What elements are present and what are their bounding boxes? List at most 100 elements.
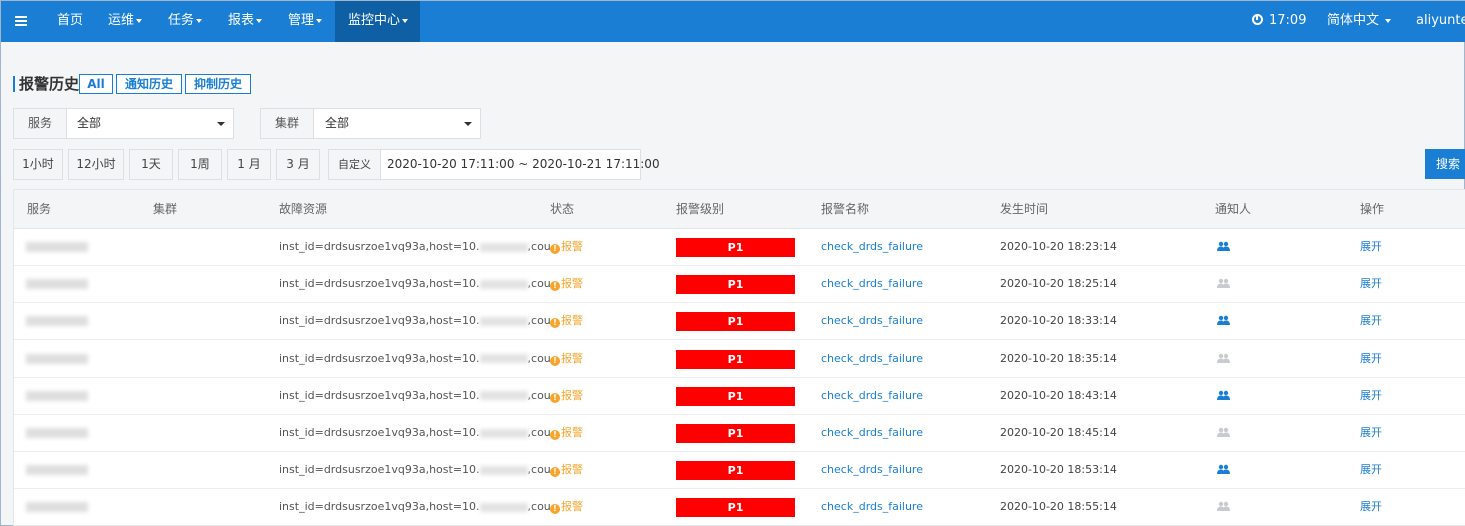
expand-link[interactable]: 展开 [1360, 415, 1382, 451]
expand-link[interactable]: 展开 [1360, 303, 1382, 339]
user-menu[interactable]: aliyuntes [1416, 1, 1465, 42]
service-cell-redacted [26, 390, 88, 401]
users-icon[interactable] [1217, 427, 1230, 438]
table-row: inst_id=drdsusrzoe1vq93a,host=10. ,cou...… [14, 266, 1465, 304]
cluster-filter[interactable]: 集群 全部 [260, 108, 481, 139]
status-cell: ! 报警 [550, 415, 583, 451]
status-text: 报警 [561, 314, 583, 328]
nav-tasks-label: 任务 [168, 13, 195, 28]
clock-time: 17:09 [1269, 13, 1307, 28]
time-cell: 2020-10-20 18:53:14 [1000, 463, 1117, 477]
table-header: 服务 集群 故障资源 状态 报警级别 报警名称 发生时间 通知人 操作 [14, 190, 1465, 229]
users-icon[interactable] [1217, 315, 1230, 326]
range-3m-button[interactable]: 3 月 [276, 149, 320, 180]
nav-manage-label: 管理 [288, 13, 315, 28]
alert-history-table: 服务 集群 故障资源 状态 报警级别 报警名称 发生时间 通知人 操作 inst… [13, 189, 1465, 526]
service-cell-redacted [26, 465, 88, 476]
status-text: 报警 [561, 351, 583, 365]
users-icon[interactable] [1217, 464, 1230, 475]
tab-notify-history[interactable]: 通知历史 [116, 74, 182, 94]
nav-manage[interactable]: 管理 [288, 1, 323, 42]
host-redacted [479, 279, 528, 289]
range-1d-button[interactable]: 1天 [129, 149, 173, 180]
range-1m-button[interactable]: 1 月 [227, 149, 271, 180]
alert-name-link[interactable]: check_drds_failure [821, 415, 923, 451]
users-icon[interactable] [1217, 353, 1230, 364]
column-header-status: 状态 [550, 202, 575, 216]
time-cell: 2020-10-20 18:35:14 [1000, 351, 1117, 365]
warning-icon: ! [550, 392, 560, 403]
search-button[interactable]: 搜索 [1425, 149, 1465, 179]
range-12h-button[interactable]: 12小时 [68, 149, 124, 180]
alert-name-link[interactable]: check_drds_failure [821, 378, 923, 414]
expand-link[interactable]: 展开 [1360, 452, 1382, 488]
alert-name-link[interactable]: check_drds_failure [821, 266, 923, 302]
host-redacted [479, 428, 528, 438]
warning-icon: ! [550, 318, 560, 329]
level-badge: P1 [676, 498, 795, 518]
time-cell: 2020-10-20 18:23:14 [1000, 240, 1117, 253]
resource-prefix: inst_id=drdsusrzoe1vq93a,host=10. [279, 351, 480, 365]
host-redacted [479, 502, 528, 512]
level-badge: P1 [676, 275, 795, 295]
service-cell-redacted [26, 428, 88, 438]
host-redacted [479, 354, 528, 364]
nav-ops[interactable]: 运维 [108, 1, 143, 42]
expand-link[interactable]: 展开 [1360, 341, 1382, 377]
language-label: 简体中文 [1327, 13, 1380, 28]
resource-prefix: inst_id=drdsusrzoe1vq93a,host=10. [279, 463, 480, 477]
alert-name-link[interactable]: check_drds_failure [821, 303, 923, 339]
users-icon[interactable] [1217, 501, 1230, 512]
users-icon[interactable] [1217, 278, 1230, 289]
alert-name-link[interactable]: check_drds_failure [821, 229, 923, 265]
status-text: 报警 [561, 388, 583, 402]
warning-icon: ! [550, 281, 560, 292]
tab-all[interactable]: All [79, 74, 113, 94]
host-redacted [479, 316, 528, 326]
resource-prefix: inst_id=drdsusrzoe1vq93a,host=10. [279, 426, 480, 439]
expand-link[interactable]: 展开 [1360, 266, 1382, 302]
nav-reports-label: 报表 [228, 13, 255, 28]
range-1h-button[interactable]: 1小时 [13, 149, 63, 180]
nav-home-label: 首页 [57, 13, 84, 28]
status-text: 报警 [561, 240, 583, 253]
service-filter[interactable]: 服务 全部 [13, 108, 234, 139]
chevron-down-icon [464, 122, 472, 126]
menu-icon[interactable] [15, 16, 27, 26]
alert-name-link[interactable]: check_drds_failure [821, 489, 923, 525]
range-custom-button[interactable]: 自定义 [328, 149, 381, 180]
nav-reports[interactable]: 报表 [228, 1, 263, 42]
table-row: inst_id=drdsusrzoe1vq93a,host=10. ,cou...… [14, 378, 1465, 415]
resource-cell: inst_id=drdsusrzoe1vq93a,host=10. ,cou... [279, 489, 561, 525]
chevron-down-icon [1385, 18, 1392, 23]
nav-tasks[interactable]: 任务 [168, 1, 203, 42]
table-row: inst_id=drdsusrzoe1vq93a,host=10. ,cou...… [14, 489, 1465, 526]
column-header-alert-name: 报警名称 [821, 202, 870, 216]
host-redacted [479, 391, 528, 401]
alert-name-link[interactable]: check_drds_failure [821, 341, 923, 377]
status-cell: ! 报警 [550, 452, 583, 488]
tab-suppress-history[interactable]: 抑制历史 [185, 74, 251, 94]
users-icon[interactable] [1217, 241, 1230, 252]
status-text: 报警 [561, 277, 583, 291]
chevron-down-icon [217, 122, 225, 126]
users-icon[interactable] [1217, 390, 1230, 401]
chevron-down-icon [402, 18, 409, 23]
nav-home[interactable]: 首页 [57, 1, 83, 42]
chevron-down-icon [256, 18, 263, 23]
title-accent [13, 76, 15, 92]
expand-link[interactable]: 展开 [1360, 229, 1382, 265]
resource-cell: inst_id=drdsusrzoe1vq93a,host=10. ,cou... [279, 341, 561, 377]
level-badge: P1 [676, 461, 795, 481]
cluster-filter-value: 全部 [325, 116, 350, 130]
language-selector[interactable]: 简体中文 [1327, 1, 1392, 42]
range-1w-button[interactable]: 1周 [178, 149, 222, 180]
page-title: 报警历史 [19, 75, 80, 93]
expand-link[interactable]: 展开 [1360, 489, 1382, 525]
alert-name-link[interactable]: check_drds_failure [821, 452, 923, 488]
cluster-filter-label: 集群 [261, 109, 314, 138]
expand-link[interactable]: 展开 [1360, 378, 1382, 414]
date-range-input[interactable]: 2020-10-20 17:11:00 ~ 2020-10-21 17:11:0… [380, 149, 660, 180]
table-row: inst_id=drdsusrzoe1vq93a,host=10. ,cou...… [14, 341, 1465, 378]
nav-monitor-center[interactable]: 监控中心 [335, 1, 420, 42]
